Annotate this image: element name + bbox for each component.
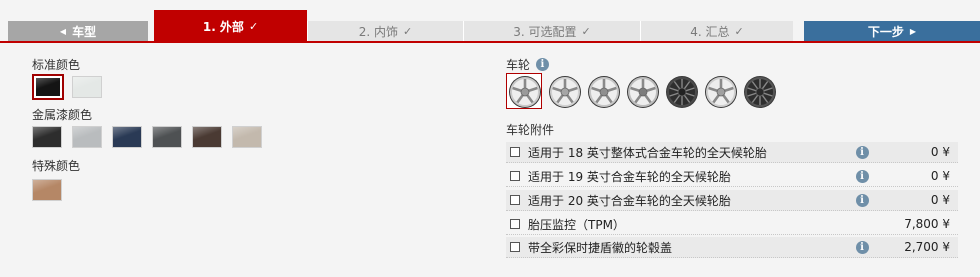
- wheel-option-1[interactable]: [508, 75, 542, 109]
- info-icon[interactable]: i: [855, 193, 869, 207]
- nav-divider: [0, 41, 980, 43]
- accessory-label: 胎压监控（TPM）: [528, 217, 625, 232]
- wheels-title: 车轮 i: [506, 56, 549, 73]
- step-navigation: ◀ 车型 1. 外部 ✓ 2. 内饰 ✓ 3. 可选配置 ✓ 4. 汇总 ✓ 下…: [0, 10, 980, 42]
- wheel-option-2[interactable]: [548, 75, 582, 109]
- tab-label: 1. 外部: [202, 19, 244, 34]
- accessory-label: 带全彩保时捷盾徽的轮毂盖: [528, 240, 673, 255]
- next-button-label: 下一步: [867, 24, 904, 39]
- color-swatch-metallic-1[interactable]: [32, 126, 62, 148]
- accessory-checkbox[interactable]: [510, 147, 520, 157]
- wheel-option-5[interactable]: [665, 75, 699, 109]
- accessory-price: 0 ¥: [930, 169, 950, 183]
- wheel-accessories-title: 车轮附件: [506, 123, 555, 137]
- back-button[interactable]: ◀ 车型: [8, 21, 148, 41]
- accessory-row: 适用于 20 英寸合金车轮的全天候轮胎 i 0 ¥: [506, 190, 958, 211]
- color-swatch-metallic-2[interactable]: [72, 126, 102, 148]
- accessory-price: 0 ¥: [930, 193, 950, 207]
- tab-label: 3. 可选配置: [513, 24, 577, 39]
- arrow-right-icon: ▶: [909, 26, 917, 36]
- color-swatch-metallic-5[interactable]: [192, 126, 222, 148]
- check-icon: ✓: [248, 19, 259, 33]
- accessory-label: 适用于 19 英寸合金车轮的全天候轮胎: [528, 169, 731, 184]
- wheels-title-label: 车轮: [506, 58, 531, 72]
- accessory-price: 2,700 ¥: [904, 240, 950, 254]
- color-swatch-standard-1[interactable]: [32, 74, 64, 100]
- accessory-checkbox[interactable]: [510, 219, 520, 229]
- wheel-option-7[interactable]: [743, 75, 777, 109]
- arrow-left-icon: ◀: [59, 26, 67, 36]
- info-icon[interactable]: i: [535, 58, 549, 71]
- color-swatch-special-1[interactable]: [32, 179, 62, 201]
- standard-colors-title: 标准颜色: [32, 58, 81, 72]
- special-colors-title: 特殊颜色: [32, 159, 81, 173]
- tab-options[interactable]: 3. 可选配置 ✓: [463, 21, 640, 41]
- accessory-checkbox[interactable]: [510, 242, 520, 252]
- accessory-checkbox[interactable]: [510, 171, 520, 181]
- accessory-row: 带全彩保时捷盾徽的轮毂盖 i 2,700 ¥: [506, 237, 958, 258]
- info-icon[interactable]: i: [855, 240, 869, 254]
- color-swatch-metallic-4[interactable]: [152, 126, 182, 148]
- tab-interior[interactable]: 2. 内饰 ✓: [307, 21, 463, 41]
- back-button-label: 车型: [72, 24, 97, 39]
- accessory-price: 0 ¥: [930, 145, 950, 159]
- accessory-row: 适用于 18 英寸整体式合金车轮的全天候轮胎 i 0 ¥: [506, 142, 958, 163]
- check-icon: ✓: [734, 24, 744, 38]
- accessory-checkbox[interactable]: [510, 195, 520, 205]
- accessory-label: 适用于 18 英寸整体式合金车轮的全天候轮胎: [528, 145, 767, 160]
- color-swatch-metallic-3[interactable]: [112, 126, 142, 148]
- tab-exterior[interactable]: 1. 外部 ✓: [154, 10, 307, 42]
- tab-label: 4. 汇总: [690, 24, 730, 39]
- accessory-label: 适用于 20 英寸合金车轮的全天候轮胎: [528, 193, 731, 208]
- accessory-row: 适用于 19 英寸合金车轮的全天候轮胎 i 0 ¥: [506, 166, 958, 187]
- wheel-option-3[interactable]: [587, 75, 621, 109]
- tab-label: 2. 内饰: [358, 24, 399, 39]
- next-button[interactable]: 下一步 ▶: [804, 21, 980, 41]
- tab-summary[interactable]: 4. 汇总 ✓: [640, 21, 793, 41]
- wheel-option-4[interactable]: [626, 75, 660, 109]
- color-swatch-metallic-6[interactable]: [232, 126, 262, 148]
- info-icon[interactable]: i: [855, 169, 869, 183]
- check-icon: ✓: [403, 24, 413, 38]
- wheel-option-6[interactable]: [704, 75, 738, 109]
- info-icon[interactable]: i: [855, 145, 869, 159]
- check-icon: ✓: [581, 24, 591, 38]
- accessory-row: 胎压监控（TPM） 7,800 ¥: [506, 214, 958, 235]
- accessory-price: 7,800 ¥: [904, 217, 950, 231]
- color-swatch-standard-2[interactable]: [72, 76, 102, 98]
- metallic-colors-title: 金属漆颜色: [32, 108, 93, 122]
